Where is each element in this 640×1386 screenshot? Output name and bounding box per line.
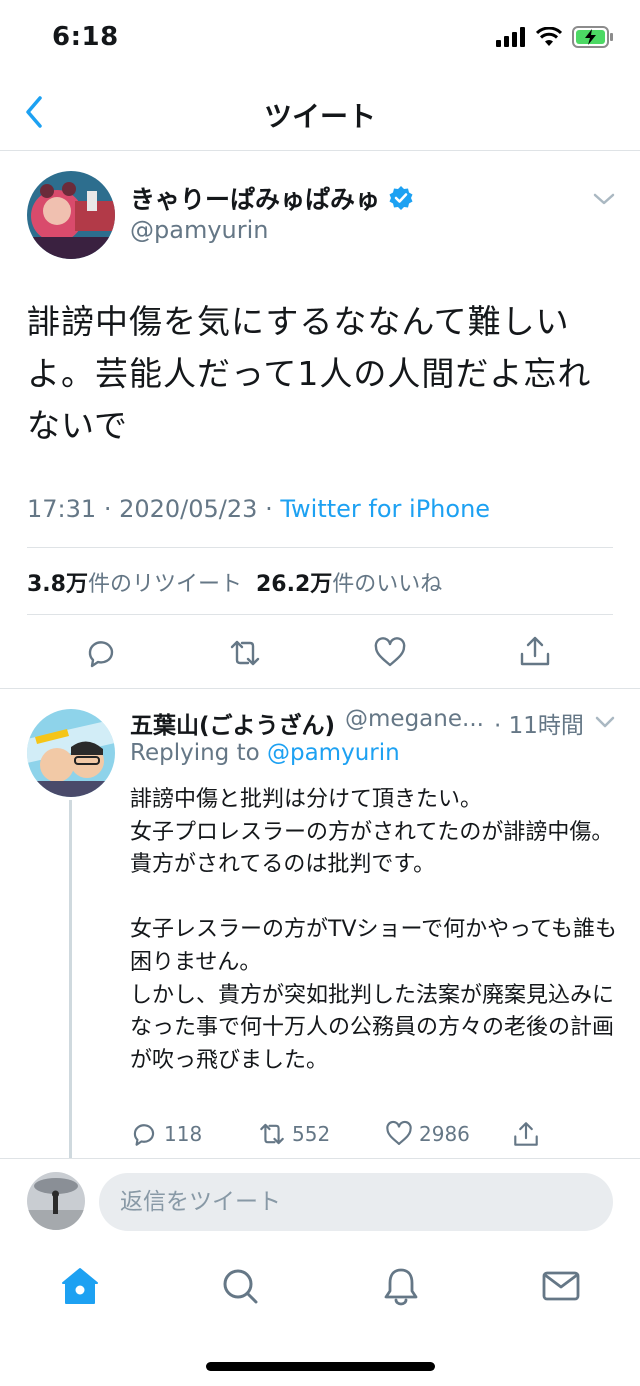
reply-time: · 11時間 — [493, 713, 584, 739]
current-user-avatar[interactable] — [27, 1172, 85, 1230]
author-avatar[interactable] — [27, 171, 115, 259]
retweet-label: 件のリツイート — [87, 572, 242, 597]
compose-divider — [0, 1158, 640, 1159]
share-icon[interactable] — [518, 634, 552, 668]
thread-line — [69, 800, 72, 1158]
reply-retweet-button[interactable]: 552 — [258, 1120, 330, 1148]
share-icon — [514, 1122, 538, 1146]
meta-separator: · — [265, 495, 273, 523]
tweet-meta: 17:31 · 2020/05/23 · Twitter for iPhone — [27, 495, 490, 523]
reply-like-button[interactable]: 2986 — [385, 1120, 470, 1148]
retweet-icon[interactable] — [228, 636, 262, 670]
signal-icon — [496, 27, 525, 47]
tweet-stats: 3.8万件のリツイート 26.2万件のいいね — [27, 566, 442, 598]
verified-badge-icon — [389, 186, 413, 210]
status-time: 6:18 — [52, 22, 119, 52]
reply-author-avatar[interactable] — [27, 709, 115, 797]
like-count: 26.2万 — [256, 572, 333, 597]
author-name[interactable]: きゃりーぱみゅぱみゅ — [130, 180, 380, 216]
like-icon[interactable] — [373, 636, 407, 670]
replying-to-handle[interactable]: @pamyurin — [267, 740, 400, 766]
retweet-stat[interactable]: 3.8万件のリツイート — [27, 566, 242, 598]
notifications-icon[interactable] — [381, 1266, 421, 1306]
meta-divider — [27, 547, 613, 548]
reply-text: 誹謗中傷と批判は分けて頂きたい。 女子プロレスラーの方がされてたのが誹謗中傷。 … — [130, 787, 617, 1073]
replying-prefix: Replying to — [130, 740, 267, 766]
replying-to: Replying to @pamyurin — [130, 740, 400, 766]
meta-separator: · — [103, 495, 112, 523]
tweet-divider — [0, 688, 640, 689]
page-title: ツイート — [263, 100, 376, 133]
reply-like-count: 2986 — [419, 1122, 470, 1146]
stats-divider — [27, 614, 613, 615]
battery-icon — [572, 26, 613, 48]
like-stat[interactable]: 26.2万件のいいね — [256, 566, 442, 598]
tweet-source[interactable]: Twitter for iPhone — [280, 495, 490, 523]
author-name-row: きゃりーぱみゅぱみゅ — [130, 180, 414, 216]
like-label: 件のいいね — [332, 572, 443, 597]
status-icons — [496, 26, 614, 48]
reply-author-handle[interactable]: @megane... — [345, 706, 484, 740]
tweet-time: 17:31 — [27, 495, 97, 523]
retweet-count: 3.8万 — [27, 572, 88, 597]
reply-share-button[interactable] — [512, 1120, 540, 1148]
tweet-text: 誹謗中傷を気にするななんて難しいよ。芸能人だって1人の人間だよ忘れないで — [27, 302, 592, 445]
reply-retweet-count: 552 — [292, 1122, 331, 1146]
reply-reply-button[interactable]: 118 — [130, 1120, 202, 1148]
chevron-down-icon[interactable] — [592, 190, 616, 208]
chevron-down-icon[interactable] — [594, 714, 616, 730]
reply-compose-input[interactable]: 返信をツイート — [99, 1173, 613, 1231]
messages-icon[interactable] — [541, 1266, 581, 1306]
retweet-icon — [260, 1123, 284, 1145]
reply-icon[interactable] — [84, 636, 118, 670]
wifi-icon — [536, 27, 562, 46]
reply-author-name[interactable]: 五葉山(ごようざん) — [130, 706, 335, 740]
like-icon — [386, 1120, 412, 1145]
reply-icon — [133, 1124, 155, 1146]
home-indicator — [206, 1362, 435, 1371]
nav-divider — [0, 150, 640, 151]
home-icon[interactable] — [60, 1266, 100, 1306]
tweet-date: 2020/05/23 — [119, 495, 258, 523]
author-handle[interactable]: @pamyurin — [130, 216, 268, 244]
reply-count: 118 — [164, 1122, 203, 1146]
search-icon[interactable] — [220, 1266, 260, 1306]
reply-header: 五葉山(ごようざん) @megane... · 11時間 — [130, 706, 584, 740]
